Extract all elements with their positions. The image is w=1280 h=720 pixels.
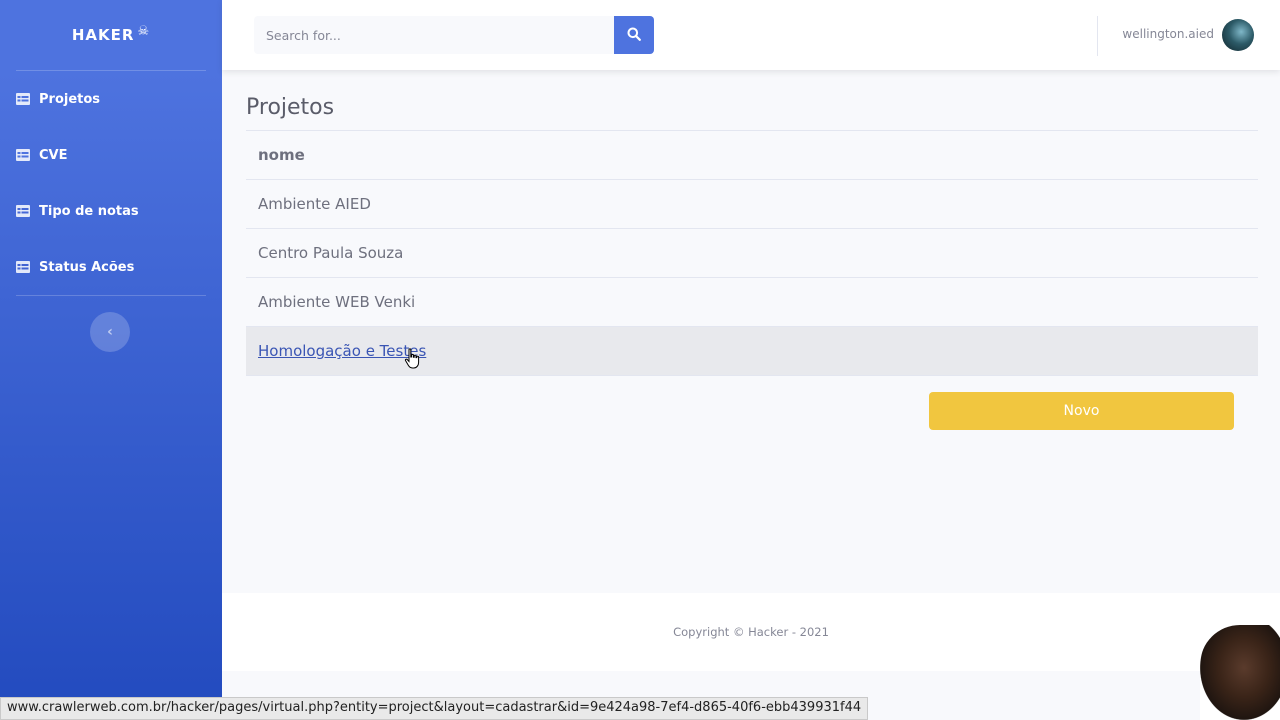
sidebar-item-projetos[interactable]: Projetos	[0, 71, 222, 127]
user-name[interactable]: wellington.aied	[1122, 27, 1214, 41]
sidebar-item-label: Tipo de notas	[39, 203, 139, 219]
table-header: nome	[246, 131, 1258, 180]
table-row[interactable]: Homologação e Testes	[246, 327, 1258, 376]
sidebar-divider	[16, 295, 206, 296]
sidebar: HAKER ☠ Projetos CVE Tipo de notas Statu…	[0, 0, 222, 720]
sidebar-item-label: Projetos	[39, 91, 101, 107]
topbar-divider	[1097, 16, 1098, 56]
table-row[interactable]: Ambiente AIED	[246, 180, 1258, 229]
webcam-overlay	[1200, 625, 1280, 720]
brand-logo[interactable]: HAKER ☠	[0, 0, 222, 70]
table-icon	[16, 149, 30, 161]
skull-icon: ☠	[137, 23, 151, 39]
sidebar-item-label: Status Acões	[39, 259, 135, 275]
topbar: wellington.aied	[222, 0, 1280, 70]
sidebar-item-tipo-de-notas[interactable]: Tipo de notas	[0, 183, 222, 239]
table-cell[interactable]: Centro Paula Souza	[258, 244, 403, 262]
copyright-text: Copyright © Hacker - 2021	[673, 625, 829, 639]
table-row[interactable]: Ambiente WEB Venki	[246, 278, 1258, 327]
table-cell-link[interactable]: Homologação e Testes	[258, 342, 426, 360]
main-content: Projetos nome Ambiente AIED Centro Paula…	[246, 70, 1258, 430]
table-icon	[16, 205, 30, 217]
new-button[interactable]: Novo	[929, 392, 1234, 430]
sidebar-toggle-button[interactable]: ‹	[90, 312, 130, 352]
avatar[interactable]	[1222, 19, 1254, 51]
table-row[interactable]: Centro Paula Souza	[246, 229, 1258, 278]
brand-name: HAKER	[71, 26, 135, 44]
browser-status-url: www.crawlerweb.com.br/hacker/pages/virtu…	[0, 697, 869, 720]
table-cell[interactable]: Ambiente WEB Venki	[258, 293, 415, 311]
table-cell[interactable]: Ambiente AIED	[258, 195, 371, 213]
hand-cursor-icon	[404, 348, 422, 374]
column-header-nome: nome	[258, 146, 305, 164]
page-title: Projetos	[246, 95, 335, 120]
footer: Copyright © Hacker - 2021	[222, 593, 1280, 671]
search-button[interactable]	[614, 16, 654, 54]
table-icon	[16, 261, 30, 273]
table-icon	[16, 93, 30, 105]
chevron-left-icon: ‹	[107, 324, 113, 340]
sidebar-item-status-acoes[interactable]: Status Acões	[0, 239, 222, 295]
projects-table: nome Ambiente AIED Centro Paula Souza Am…	[246, 130, 1258, 376]
search-icon	[627, 26, 641, 45]
sidebar-item-cve[interactable]: CVE	[0, 127, 222, 183]
search-input[interactable]	[254, 16, 614, 54]
sidebar-item-label: CVE	[39, 147, 68, 163]
